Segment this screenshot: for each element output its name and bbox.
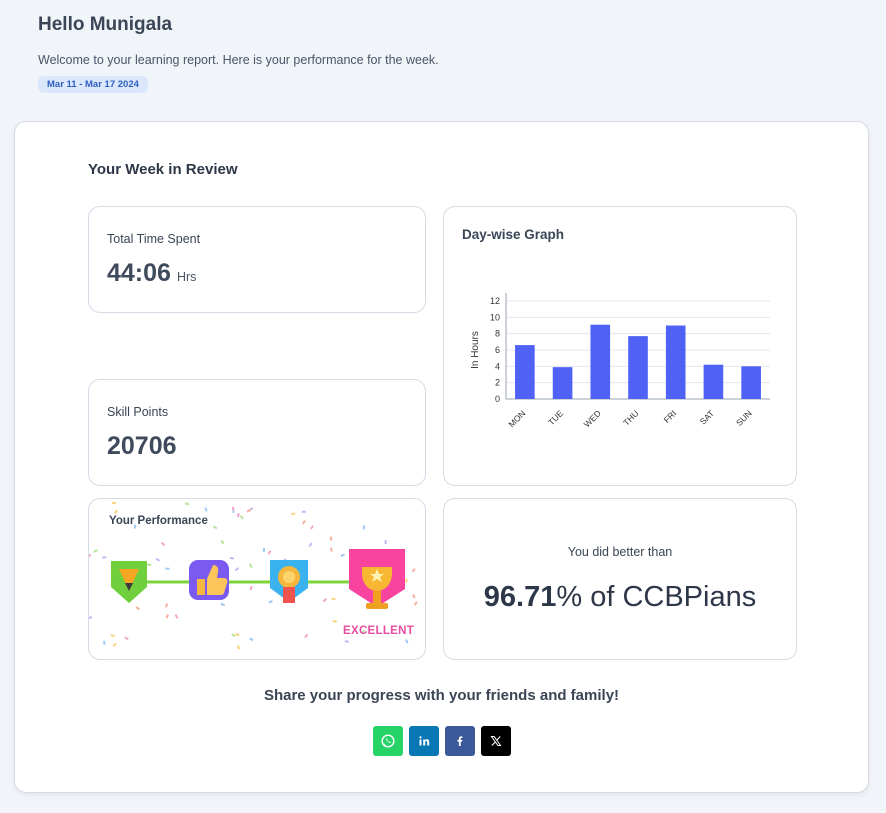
y-tick-label: 0: [495, 394, 500, 404]
y-tick-label: 2: [495, 378, 500, 388]
total-time-card: Total Time Spent 44:06 Hrs: [88, 206, 426, 313]
ranking-percent: 96.71: [483, 581, 557, 613]
facebook-icon: [457, 736, 463, 746]
x-tick-label: WED: [582, 408, 603, 429]
welcome-text: Welcome to your learning report. Here is…: [38, 53, 439, 67]
bar-tue: [552, 367, 573, 399]
skill-points-card: Skill Points 20706: [88, 379, 426, 486]
performance-level-label: EXCELLENT: [343, 625, 415, 637]
x-tick-label: SAT: [698, 408, 716, 426]
bar-sat: [703, 364, 724, 399]
x-tick-label: THU: [621, 408, 640, 427]
x-tick-label: FRI: [662, 408, 679, 425]
medal-badge-icon: [270, 560, 308, 603]
x-share-button[interactable]: [481, 726, 511, 756]
bar-sun: [741, 366, 761, 399]
x-tick-label: SUN: [734, 408, 754, 428]
share-buttons: [373, 726, 511, 756]
linkedin-icon: [419, 736, 430, 746]
y-tick-label: 4: [495, 361, 500, 371]
whatsapp-icon: [381, 734, 395, 748]
performance-card: Your Performance EXCELLENT: [88, 498, 426, 660]
y-tick-label: 6: [495, 345, 500, 355]
linkedin-share-button[interactable]: [409, 726, 439, 756]
total-time-value: 44:06: [107, 259, 171, 287]
total-time-unit: Hrs: [176, 270, 197, 284]
skill-points-value: 20706: [107, 432, 177, 460]
thumbs-up-badge-icon: [189, 560, 229, 600]
day-wise-graph-card: Day-wise Graph 0 2 4 6 8 10 12 MON TUE WED THU FRI S…: [443, 206, 797, 486]
trophy-badge-icon: [349, 549, 405, 609]
date-range-badge: Mar 11 - Mar 17 2024: [38, 76, 148, 93]
whatsapp-share-button[interactable]: [373, 726, 403, 756]
y-axis-label: In Hours: [470, 331, 481, 369]
y-tick-label: 10: [490, 312, 500, 322]
bar-thu: [628, 336, 648, 399]
facebook-share-button[interactable]: [445, 726, 475, 756]
y-tick-label: 12: [490, 296, 500, 306]
bar-wed: [590, 324, 611, 399]
x-icon: [490, 736, 502, 746]
report-card: Your Week in Review Total Time Spent 44:…: [14, 121, 869, 793]
skill-points-label: Skill Points: [107, 405, 169, 419]
pencil-badge-icon: [111, 561, 147, 603]
y-tick-label: 8: [495, 329, 500, 339]
bar-mon: [515, 345, 535, 399]
performance-title: Your Performance: [109, 515, 208, 527]
greeting-heading: Hello Munigala: [38, 14, 173, 35]
ranking-value: 96.71% of CCBPians: [444, 581, 796, 614]
day-wise-bar-chart: 0 2 4 6 8 10 12 MON TUE WED THU FRI SAT SUN In Hours: [470, 293, 770, 429]
x-tick-label: MON: [506, 408, 527, 429]
section-title: Your Week in Review: [88, 161, 238, 178]
ranking-card: You did better than 96.71% of CCBPians: [443, 498, 797, 660]
ranking-label: You did better than: [567, 545, 673, 559]
total-time-label: Total Time Spent: [107, 232, 201, 246]
skill-points-value-wrap: 20706: [107, 432, 177, 461]
bar-fri: [665, 325, 686, 399]
total-time-value-wrap: 44:06 Hrs: [107, 259, 196, 288]
x-tick-label: TUE: [546, 408, 565, 427]
ranking-suffix: % of CCBPians: [556, 581, 757, 613]
share-prompt: Share your progress with your friends an…: [263, 687, 620, 704]
